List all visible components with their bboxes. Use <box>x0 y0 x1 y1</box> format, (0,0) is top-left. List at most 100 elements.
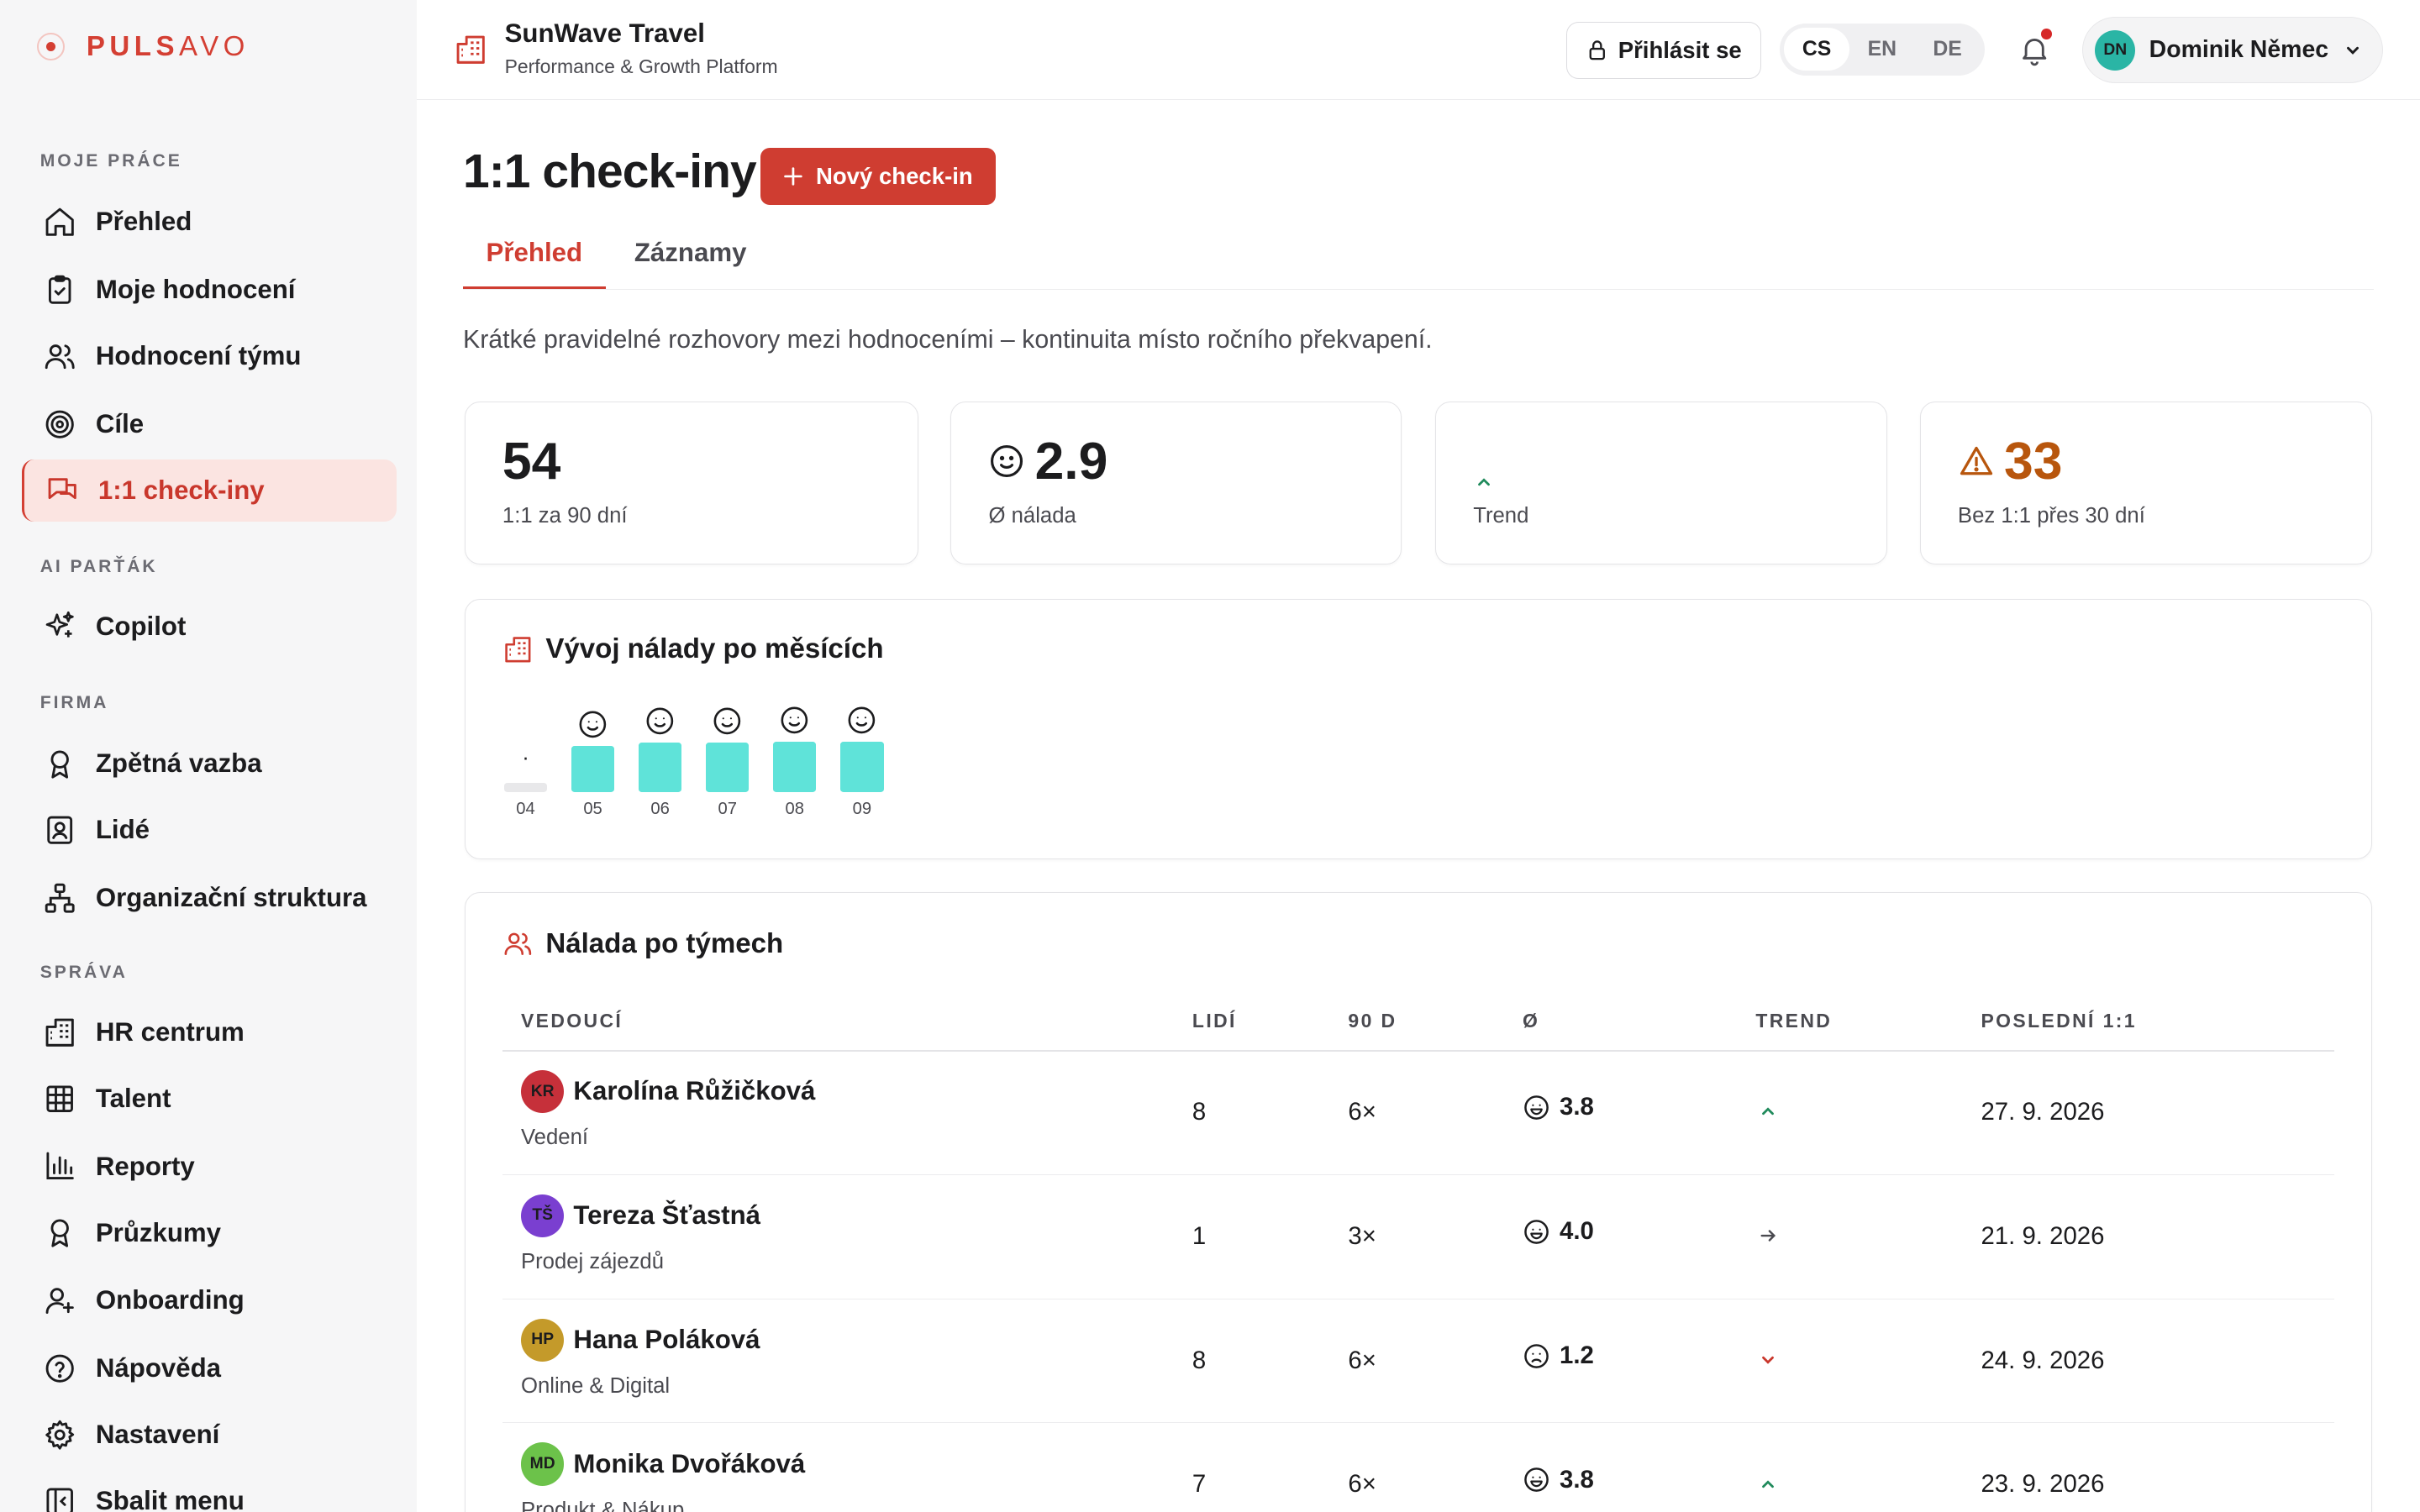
checkins-90d: 6× <box>1348 1470 1376 1499</box>
column-header-leader[interactable]: VEDOUCÍ <box>521 1010 623 1032</box>
building-icon <box>505 636 531 663</box>
table-row[interactable]: HP Hana Poláková Online & Digital 8 6× 1.2 24.… <box>502 1299 2335 1424</box>
smile-icon <box>646 707 674 735</box>
sidebar-item-hr-centrum[interactable]: HR centrum <box>22 1001 397 1063</box>
sidebar-item-napoveda[interactable]: Nápověda <box>22 1337 397 1399</box>
column-header-avg[interactable]: Ø <box>1523 1010 1539 1032</box>
page-title: 1:1 check-iny <box>463 144 757 198</box>
sidebar-item-sbalit-menu[interactable]: Sbalit menu <box>22 1470 397 1512</box>
avatar: KR <box>520 1069 565 1114</box>
user-menu[interactable]: DN Dominik Němec <box>2081 17 2383 84</box>
avg-mood: 3.8 <box>1523 1093 1594 1121</box>
sidebar-item-label: Lidé <box>95 815 150 845</box>
sidebar-item-label: Sbalit menu <box>95 1486 245 1512</box>
home-icon <box>46 207 75 237</box>
sidebar-item-cile[interactable]: Cíle <box>22 393 397 454</box>
mood-bar-month-label: 07 <box>718 800 737 819</box>
avg-mood: 3.8 <box>1523 1466 1594 1494</box>
lang-de[interactable]: DE <box>1915 28 1981 71</box>
sidebar-item-label: Cíle <box>95 409 145 439</box>
column-header-last[interactable]: POSLEDNÍ 1:1 <box>1981 1010 2136 1032</box>
sidebar-item-hodnoceni-tymu[interactable]: Hodnocení týmu <box>22 326 397 387</box>
column-header-people[interactable]: LIDÍ <box>1192 1010 1237 1032</box>
sidebar-item-nastaveni[interactable]: Nastavení <box>22 1404 397 1465</box>
sparkles-icon <box>46 612 75 638</box>
new-checkin-label: Nový check-in <box>815 163 973 190</box>
stat-value: 54 <box>502 432 561 491</box>
notification-badge <box>2040 28 2053 40</box>
stat-value: 33 <box>2004 432 2063 491</box>
lang-cs[interactable]: CS <box>1784 28 1849 71</box>
sidebar-item-label: Zpětná vazba <box>95 748 262 779</box>
empty-month-marker: · <box>522 746 529 770</box>
users-icon <box>504 933 532 956</box>
mood-chart-card: Vývoj nálady po měsících · 04 05 06 07 08 09 <box>464 598 2372 860</box>
sidebar-item-talent[interactable]: Talent <box>22 1068 397 1129</box>
bar-chart-icon <box>46 1152 75 1180</box>
stat-label: Bez 1:1 přes 30 dní <box>1957 503 2145 528</box>
sidebar-item-zpetna-vazba[interactable]: Zpětná vazba <box>22 732 397 794</box>
team-name: Vedení <box>520 1125 588 1149</box>
clipboard-icon <box>49 275 71 304</box>
table-row[interactable]: TŠ Tereza Šťastná Prodej zájezdů 1 3× 4.0 21. … <box>502 1176 2335 1299</box>
login-button[interactable]: Přihlásit se <box>1566 21 1761 79</box>
mood-bar-month-label: 05 <box>583 800 602 819</box>
sad-face-icon <box>1524 1343 1549 1368</box>
sidebar-item-label: 1:1 check-iny <box>97 475 265 506</box>
id-card-icon <box>47 816 73 844</box>
user-name: Dominik Němec <box>2149 36 2329 64</box>
sidebar-item-checkiny[interactable]: 1:1 check-iny <box>21 459 397 522</box>
sidebar-item-moje-hodnoceni[interactable]: Moje hodnocení <box>22 260 397 321</box>
warning-icon <box>1960 447 1993 475</box>
team-name: Online & Digital <box>520 1373 671 1398</box>
people-count: 8 <box>1192 1346 1207 1374</box>
sidebar-item-copilot[interactable]: Copilot <box>22 596 397 657</box>
sidebar-item-lide[interactable]: Lidé <box>22 799 397 860</box>
lang-en[interactable]: EN <box>1849 28 1915 71</box>
lock-icon <box>1589 40 1606 60</box>
tab-zaznamy[interactable]: Záznamy <box>634 238 747 286</box>
brand-name-part-1: PULS <box>86 30 180 62</box>
sidebar-item-prehled[interactable]: Přehled <box>22 192 397 253</box>
table-row[interactable]: KR Karolína Růžičková Vedení 8 6× 3.8 27. 9. 2… <box>502 1052 2335 1175</box>
mood-bar-month-label: 06 <box>650 800 670 819</box>
stat-value-row: 2.9 <box>988 431 1107 491</box>
table-row[interactable]: MD Monika Dvořáková Produkt & Nákup 7 6× 3.8 2… <box>502 1424 2334 1512</box>
column-header-90d[interactable]: 90 D <box>1348 1010 1397 1032</box>
column-header-trend[interactable]: TREND <box>1755 1010 1832 1032</box>
card-title: Nálada po týmech <box>502 928 783 960</box>
leader-name[interactable]: Karolína Růžičková <box>573 1076 815 1106</box>
mood-bar-month-label: 04 <box>516 800 535 819</box>
stat-card-checkins: 54 1:1 za 90 dní <box>464 401 918 565</box>
sidebar-item-label: Nastavení <box>95 1420 220 1450</box>
avatar: DN <box>2095 29 2136 71</box>
org-chart-icon <box>45 883 76 913</box>
login-label: Přihlásit se <box>1618 36 1742 63</box>
grin-face-icon <box>1524 1467 1549 1493</box>
leader-name[interactable]: Monika Dvořáková <box>573 1449 805 1479</box>
page-description: Krátké pravidelné rozhovory mezi hodnoce… <box>463 325 1433 354</box>
sidebar-item-onboarding[interactable]: Onboarding <box>22 1270 397 1331</box>
avatar: HP <box>520 1318 565 1362</box>
help-icon <box>46 1354 75 1383</box>
teams-table-title: Nálada po týmech <box>545 927 784 959</box>
last-checkin-date: 21. 9. 2026 <box>1981 1221 2105 1250</box>
new-checkin-button[interactable]: Nový check-in <box>760 148 996 206</box>
stat-label: 1:1 za 90 dní <box>502 503 628 528</box>
grid-icon <box>46 1084 74 1112</box>
award-icon <box>50 750 70 779</box>
tab-prehled[interactable]: Přehled <box>463 238 606 289</box>
brand-logo[interactable]: PULSAVO <box>37 31 250 63</box>
leader-name[interactable]: Tereza Šťastná <box>573 1200 760 1231</box>
mood-bar-month-label: 09 <box>852 800 872 819</box>
award-icon <box>50 1219 70 1247</box>
avg-mood-value: 1.2 <box>1560 1341 1594 1370</box>
sidebar-item-organizacni-struktura[interactable]: Organizační struktura <box>22 867 397 928</box>
checkins-90d: 6× <box>1348 1346 1376 1374</box>
sidebar-item-pruzkumy[interactable]: Průzkumy <box>22 1202 397 1263</box>
stat-label: Ø nálada <box>988 503 1076 528</box>
mood-bar-fill <box>503 783 548 793</box>
sidebar-item-reporty[interactable]: Reporty <box>22 1136 397 1197</box>
leader-name[interactable]: Hana Poláková <box>573 1325 760 1355</box>
stat-value-row: 33 <box>1958 431 2063 491</box>
